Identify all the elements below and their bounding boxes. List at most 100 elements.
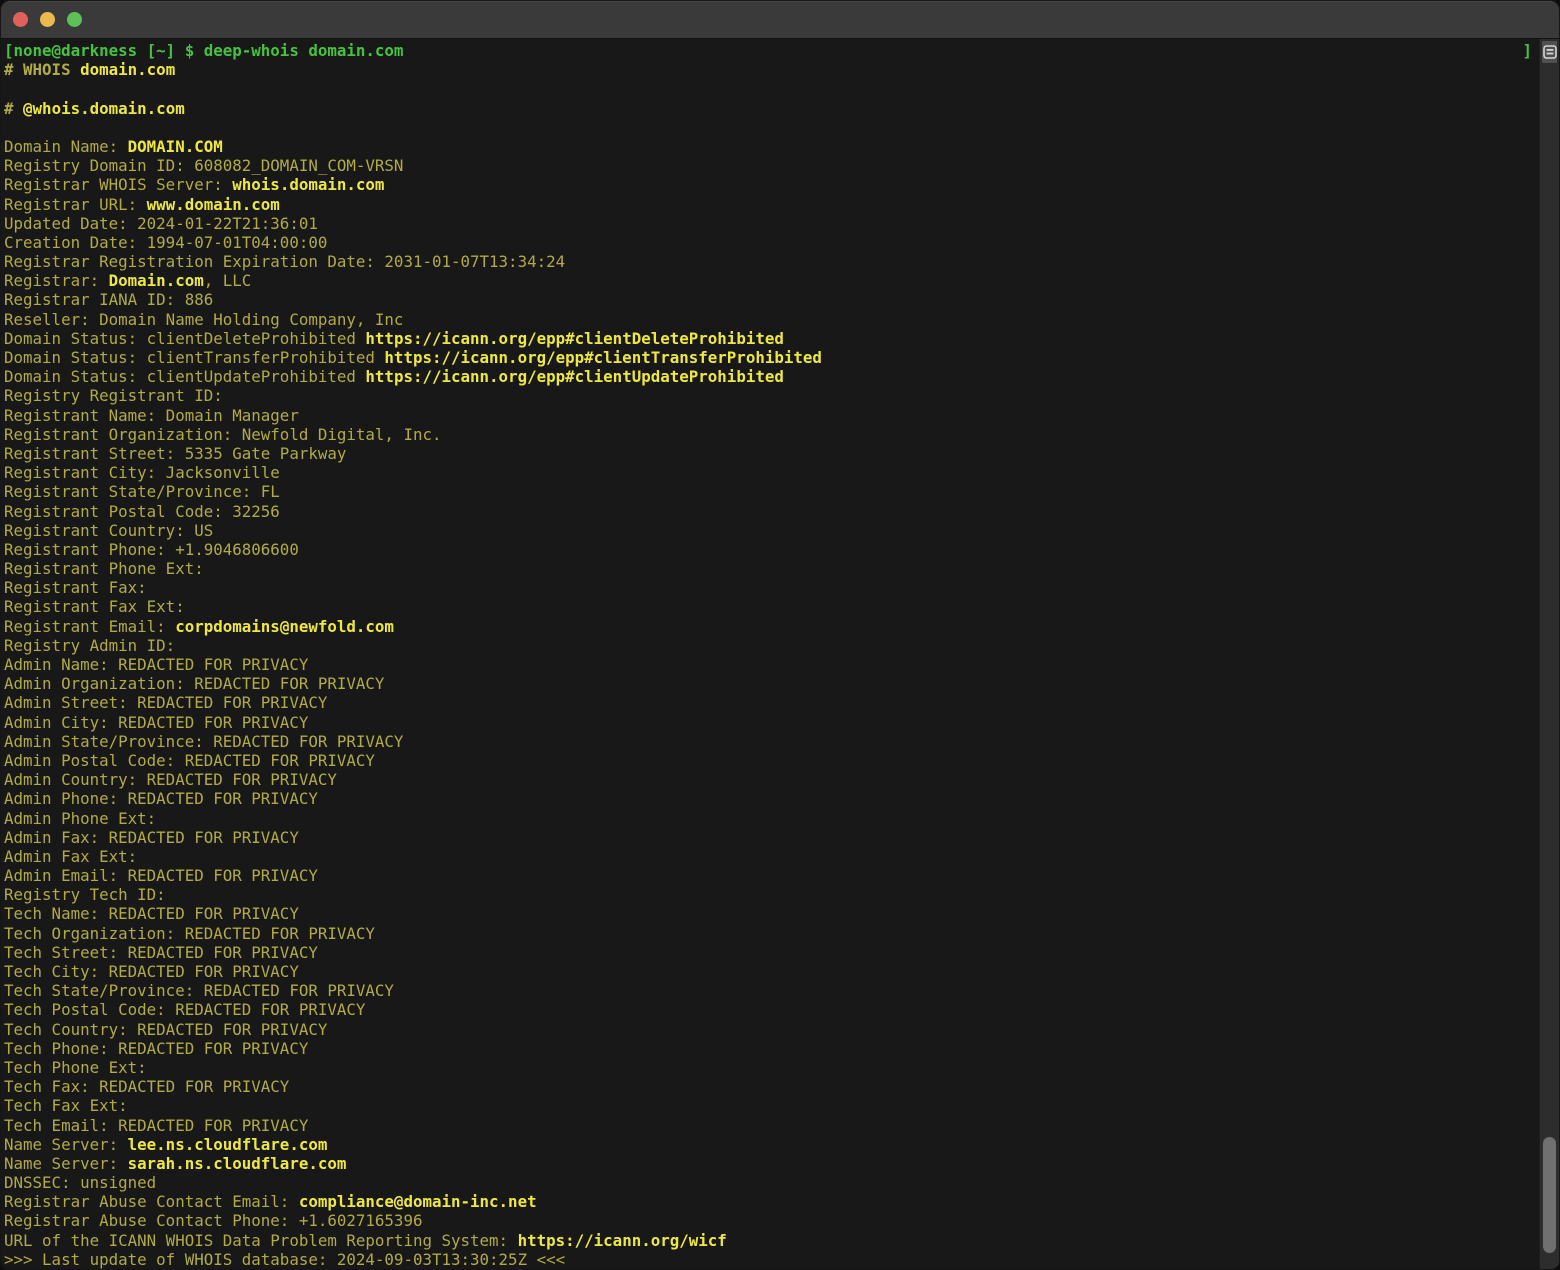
terminal-line: Admin City: REDACTED FOR PRIVACY [4,713,1539,732]
terminal-line: Admin Fax Ext: [4,847,1539,866]
terminal-line: Admin Postal Code: REDACTED FOR PRIVACY [4,751,1539,770]
terminal-line: Registrant Street: 5335 Gate Parkway [4,444,1539,463]
terminal-text-segment: Admin Name: REDACTED FOR PRIVACY [4,655,308,674]
terminal-text-segment: Tech State/Province: REDACTED FOR PRIVAC… [4,981,394,1000]
terminal-line [4,118,1539,137]
terminal-line: Domain Status: clientTransferProhibited … [4,348,1539,367]
terminal-line: Tech Street: REDACTED FOR PRIVACY [4,943,1539,962]
terminal-line: Registry Tech ID: [4,885,1539,904]
terminal-text-segment: Tech Postal Code: REDACTED FOR PRIVACY [4,1000,365,1019]
terminal-line: Reseller: Domain Name Holding Company, I… [4,310,1539,329]
terminal-line: [none@darkness [~] $ deep-whois domain.c… [4,41,1539,60]
terminal-text-segment: www.domain.com [147,195,280,214]
terminal-text-segment: DNSSEC: unsigned [4,1173,156,1192]
terminal-text-segment: Registry Registrant ID: [4,386,223,405]
terminal-line: Registrant Email: corpdomains@newfold.co… [4,617,1539,636]
terminal-text-segment: Registry Admin ID: [4,636,175,655]
terminal-text-segment: whois.domain.com [232,175,384,194]
terminal-text-segment: Registrant Phone Ext: [4,559,204,578]
traffic-lights [1,12,82,27]
terminal-line: >>> Last update of WHOIS database: 2024-… [4,1250,1539,1269]
terminal-line: Tech Organization: REDACTED FOR PRIVACY [4,924,1539,943]
terminal-text-segment: @whois.domain.com [23,99,185,118]
terminal-line: Tech Name: REDACTED FOR PRIVACY [4,904,1539,923]
terminal-text-segment: Registrant Fax Ext: [4,597,185,616]
terminal-line: Registrant State/Province: FL [4,482,1539,501]
terminal-text-segment: , LLC [204,271,252,290]
terminal-text-segment: Registry Domain ID: 608082_DOMAIN_COM-VR… [4,156,403,175]
terminal-text-segment: https://icann.org/epp#clientDeleteProhib… [365,329,783,348]
terminal-text-segment: Registrant Postal Code: 32256 [4,502,280,521]
terminal-text-segment: Registrant Email: [4,617,175,636]
terminal-text-segment: Tech Organization: REDACTED FOR PRIVACY [4,924,375,943]
terminal-text-segment: Registrant Organization: Newfold Digital… [4,425,441,444]
terminal-line: Registrant Postal Code: 32256 [4,502,1539,521]
lines-box-icon [1543,45,1557,59]
terminal-line: Registrar Abuse Contact Phone: +1.602716… [4,1211,1539,1230]
terminal-text-segment: Creation Date: 1994-07-01T04:00:00 [4,233,327,252]
terminal-line: Tech Fax Ext: [4,1096,1539,1115]
terminal-line: Registrar WHOIS Server: whois.domain.com [4,175,1539,194]
terminal-text-segment: corpdomains@newfold.com [175,617,394,636]
terminal-text-segment: https://icann.org/epp#clientUpdateProhib… [365,367,783,386]
terminal-line: Tech Country: REDACTED FOR PRIVACY [4,1020,1539,1039]
terminal-line: Name Server: lee.ns.cloudflare.com [4,1135,1539,1154]
terminal-line: Registrant Phone Ext: [4,559,1539,578]
terminal-text-segment: Registrant Fax: [4,578,147,597]
terminal-line: Registrant Fax Ext: [4,597,1539,616]
terminal-line: Tech Phone: REDACTED FOR PRIVACY [4,1039,1539,1058]
close-button[interactable] [13,12,28,27]
terminal-text-segment: Registrar: [4,271,109,290]
terminal-text-segment: Registry Tech ID: [4,885,166,904]
terminal-text-segment: Registrant Street: 5335 Gate Parkway [4,444,346,463]
terminal-line: Tech Phone Ext: [4,1058,1539,1077]
scrollbar[interactable] [1539,39,1559,1269]
terminal-text-segment: # WHOIS [4,60,80,79]
terminal-line: Registry Admin ID: [4,636,1539,655]
terminal-line: Admin Name: REDACTED FOR PRIVACY [4,655,1539,674]
terminal-text-segment: sarah.ns.cloudflare.com [128,1154,347,1173]
terminal-window: [none@darkness [~] $ deep-whois domain.c… [0,0,1560,1270]
terminal-output[interactable]: [none@darkness [~] $ deep-whois domain.c… [1,39,1539,1269]
terminal-line: Registrant City: Jacksonville [4,463,1539,482]
terminal-line: Registry Domain ID: 608082_DOMAIN_COM-VR… [4,156,1539,175]
terminal-text-segment: Tech Phone: REDACTED FOR PRIVACY [4,1039,308,1058]
terminal-text-segment: Tech Fax Ext: [4,1096,128,1115]
scrollbar-top-button[interactable] [1541,40,1558,64]
terminal-line: Creation Date: 1994-07-01T04:00:00 [4,233,1539,252]
terminal-line: Admin Country: REDACTED FOR PRIVACY [4,770,1539,789]
terminal-text-segment: Registrant City: Jacksonville [4,463,280,482]
terminal-text-segment: Domain.com [109,271,204,290]
terminal-line: Registrant Fax: [4,578,1539,597]
right-prompt-bracket: ] [1522,41,1532,60]
terminal-line: Tech City: REDACTED FOR PRIVACY [4,962,1539,981]
terminal-line: Admin State/Province: REDACTED FOR PRIVA… [4,732,1539,751]
terminal-text-segment: Tech Phone Ext: [4,1058,147,1077]
terminal-text-segment: Name Server: [4,1135,128,1154]
terminal-text-segment: https://icann.org/wicf [518,1231,727,1250]
terminal-text-segment: Tech Street: REDACTED FOR PRIVACY [4,943,318,962]
terminal-line: Domain Status: clientUpdateProhibited ht… [4,367,1539,386]
terminal-text-segment: Admin Organization: REDACTED FOR PRIVACY [4,674,384,693]
minimize-button[interactable] [40,12,55,27]
terminal-line: DNSSEC: unsigned [4,1173,1539,1192]
terminal-line: Registrant Name: Domain Manager [4,406,1539,425]
terminal-text-segment: Domain Status: clientUpdateProhibited [4,367,365,386]
terminal-text-segment: domain.com [80,60,175,79]
terminal-line: # WHOIS domain.com [4,60,1539,79]
scrollbar-thumb[interactable] [1543,1137,1556,1253]
terminal-text-segment: URL of the ICANN WHOIS Data Problem Repo… [4,1231,518,1250]
terminal-line: Registrar URL: www.domain.com [4,195,1539,214]
terminal-line: Registrar Registration Expiration Date: … [4,252,1539,271]
terminal-text-segment: Registrar Abuse Contact Email: [4,1192,299,1211]
terminal-text-segment: Admin Fax: REDACTED FOR PRIVACY [4,828,299,847]
window-titlebar[interactable] [1,1,1559,39]
terminal-text-segment: compliance@domain-inc.net [299,1192,537,1211]
terminal-text-segment: # [4,99,23,118]
terminal-text-segment: Admin Street: REDACTED FOR PRIVACY [4,693,327,712]
terminal-line: Domain Name: DOMAIN.COM [4,137,1539,156]
terminal-line: Name Server: sarah.ns.cloudflare.com [4,1154,1539,1173]
zoom-button[interactable] [67,12,82,27]
terminal-line: Updated Date: 2024-01-22T21:36:01 [4,214,1539,233]
terminal-text-segment: Admin Phone: REDACTED FOR PRIVACY [4,789,318,808]
